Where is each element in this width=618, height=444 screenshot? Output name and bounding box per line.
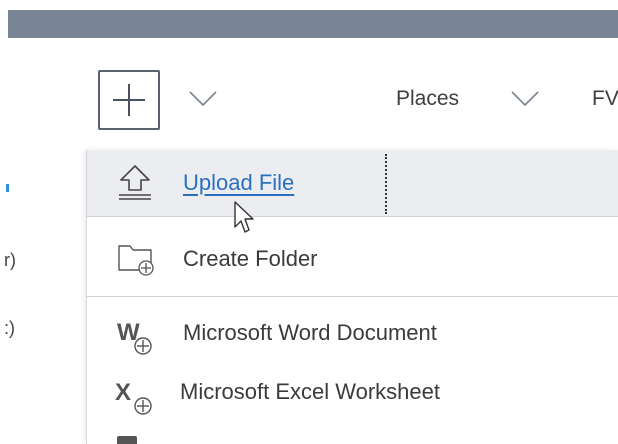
left-panel-text: :)	[4, 318, 15, 338]
menu-item-create-folder[interactable]: Create Folder	[87, 228, 618, 294]
partial-menu-icon	[117, 436, 137, 444]
upload-icon	[119, 165, 151, 200]
favorites-menu-label[interactable]: FV	[592, 87, 618, 111]
menu-item-label: Microsoft Excel Worksheet	[180, 379, 441, 404]
svg-text:X: X	[115, 379, 131, 406]
menu-item-upload-file[interactable]: Upload File	[87, 150, 618, 216]
menu-item-excel-worksheet[interactable]: X Microsoft Excel Worksheet	[87, 366, 618, 432]
excel-plus-icon: X	[115, 379, 152, 415]
new-item-menu: Upload File Create Folder W Microsoft Wo…	[86, 150, 618, 444]
left-panel-text: r)	[4, 250, 16, 270]
plus-icon	[113, 84, 145, 116]
left-panel-marker	[6, 184, 9, 192]
focus-divider	[385, 154, 387, 214]
folder-plus-icon	[118, 245, 154, 276]
menu-item-word-document[interactable]: W Microsoft Word Document	[87, 306, 618, 372]
menu-item-label: Create Folder	[183, 246, 318, 271]
menu-separator	[87, 296, 618, 297]
new-button[interactable]	[98, 70, 160, 130]
mouse-pointer-icon	[234, 201, 254, 233]
menu-item-label: Microsoft Word Document	[183, 320, 437, 345]
chevron-down-icon	[189, 91, 217, 107]
window-header-strip	[8, 10, 618, 38]
places-dropdown-chevron[interactable]	[502, 84, 548, 114]
menu-separator	[87, 216, 618, 217]
chevron-down-icon	[511, 91, 539, 107]
new-dropdown-chevron[interactable]	[180, 84, 226, 114]
word-plus-icon: W	[117, 319, 152, 355]
places-menu-label[interactable]: Places	[396, 87, 459, 111]
menu-item-label: Upload File	[183, 170, 295, 195]
